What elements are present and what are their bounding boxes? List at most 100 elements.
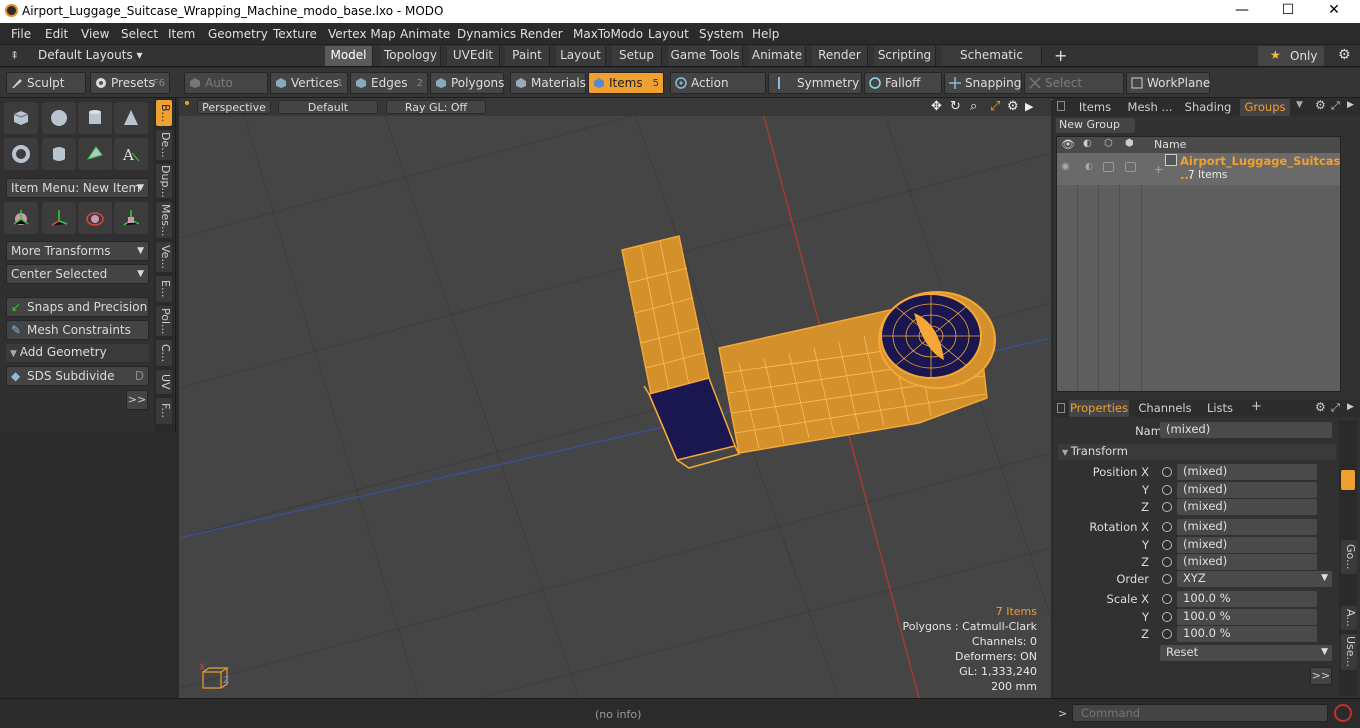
auto-select-button[interactable]: Auto Select (184, 72, 268, 111)
rotation-z-keyframe[interactable] (1162, 557, 1172, 567)
cube-tool[interactable] (4, 102, 38, 134)
rotation-x-field[interactable]: (mixed) (1177, 519, 1317, 535)
item-menu-dropdown[interactable]: Item Menu: New Item ▼ (6, 178, 149, 198)
tab-model[interactable]: Model (325, 46, 373, 66)
vtab-deform[interactable]: De... (156, 130, 172, 160)
scale-x-keyframe[interactable] (1162, 594, 1172, 604)
select-toggle[interactable] (1125, 162, 1136, 172)
minimize-button[interactable]: — (1222, 2, 1262, 20)
move-tool[interactable] (42, 202, 76, 234)
command-input[interactable] (1072, 704, 1328, 722)
machine-model[interactable] (621, 235, 996, 469)
vtab-curve[interactable]: C... (156, 340, 172, 366)
position-z-field[interactable]: (mixed) (1177, 499, 1317, 515)
rotation-y-keyframe[interactable] (1162, 540, 1172, 550)
zoom-icon[interactable]: ⌕ (970, 99, 977, 114)
menu-item[interactable]: Item (168, 27, 195, 41)
tab-animate[interactable]: Animate (749, 46, 806, 66)
rotation-x-keyframe[interactable] (1162, 522, 1172, 532)
reset-dropdown[interactable]: Reset ▼ (1160, 645, 1332, 661)
vtab-mesh[interactable]: Mes... (156, 202, 172, 238)
name-field[interactable]: (mixed) (1160, 422, 1332, 438)
rotation-z-field[interactable]: (mixed) (1177, 554, 1317, 570)
only-toggle[interactable]: ★ Only (1258, 46, 1324, 66)
torus-tool[interactable] (4, 138, 38, 170)
presets-button[interactable]: Presets F6 (90, 72, 170, 94)
new-group-button[interactable]: New Group (1056, 118, 1135, 133)
select-through-button[interactable]: Select Through (1024, 72, 1124, 111)
panel-toggle-icon[interactable] (1057, 403, 1065, 413)
edges-button[interactable]: Edges 2 (350, 72, 428, 94)
raygl-toggle[interactable]: Ray GL: Off (386, 100, 486, 114)
side-tab-active[interactable] (1341, 470, 1355, 490)
vtab-vertex[interactable]: Ve... (156, 242, 172, 272)
tab-scripting[interactable]: Scripting (874, 46, 936, 66)
side-tab-assembly[interactable]: A... (1341, 606, 1357, 630)
scale-z-keyframe[interactable] (1162, 629, 1172, 639)
visibility-icon[interactable]: ◉ (1061, 161, 1070, 172)
menu-vertex-map[interactable]: Vertex Map (328, 27, 396, 41)
menu-geometry[interactable]: Geometry (208, 27, 268, 41)
3d-viewport[interactable]: X Z Perspective Default Ray GL: Off ✥ ↻ … (179, 98, 1051, 698)
vtab-uv[interactable]: UV (156, 370, 172, 394)
menu-render[interactable]: Render (520, 27, 563, 41)
tab-uvedit[interactable]: UVEdit (447, 46, 500, 66)
menu-file[interactable]: File (11, 27, 31, 41)
sculpt-button[interactable]: Sculpt (6, 72, 86, 94)
tab-paint[interactable]: Paint (505, 46, 550, 66)
position-y-field[interactable]: (mixed) (1177, 482, 1317, 498)
eye-icon[interactable]: 👁 (1061, 138, 1075, 151)
layout-expand-icon[interactable]: ⇞ (10, 49, 19, 62)
center-selected-dropdown[interactable]: Center Selected ▼ (6, 264, 149, 284)
maximize-panel-icon[interactable]: ⤢ (1331, 99, 1340, 113)
panel-arrow-icon[interactable]: ▶ (1347, 402, 1354, 412)
order-keyframe[interactable] (1162, 574, 1172, 584)
scale-tool[interactable] (114, 202, 148, 234)
maximize-panel-icon[interactable]: ⤢ (1331, 401, 1340, 415)
add-geometry-header[interactable]: ▼ Add Geometry (6, 344, 149, 362)
fit-icon[interactable]: ⤢ (990, 99, 1000, 114)
pan-icon[interactable]: ✥ (931, 99, 942, 114)
cone-tool[interactable] (114, 102, 148, 134)
menu-texture[interactable]: Texture (273, 27, 317, 41)
scale-x-field[interactable]: 100.0 % (1177, 591, 1317, 607)
position-z-keyframe[interactable] (1162, 502, 1172, 512)
vertices-button[interactable]: Vertices 1 (270, 72, 348, 94)
tab-menu-icon[interactable]: ▼ (1296, 100, 1303, 110)
menu-view[interactable]: View (81, 27, 109, 41)
menu-dynamics[interactable]: Dynamics (457, 27, 516, 41)
snaps-precision-button[interactable]: ↙ Snaps and Precision (6, 297, 149, 317)
properties-more-button[interactable]: >> (1310, 667, 1332, 685)
pen-tool[interactable] (78, 138, 112, 170)
scale-z-field[interactable]: 100.0 % (1177, 626, 1317, 642)
close-button[interactable]: ✕ (1314, 2, 1354, 20)
tab-game-tools[interactable]: Game Tools (668, 46, 743, 66)
position-y-keyframe[interactable] (1162, 485, 1172, 495)
vtab-duplicate[interactable]: Dup... (156, 164, 172, 198)
shading-dropdown[interactable]: Default (278, 100, 378, 114)
more-transforms-dropdown[interactable]: More Transforms ▼ (6, 241, 149, 261)
vtab-fusion[interactable]: F... (156, 398, 172, 424)
gear-icon[interactable]: ⚙ (1338, 47, 1351, 63)
tab-layout[interactable]: Layout (556, 46, 606, 66)
vtab-polygon[interactable]: Pol... (156, 306, 172, 336)
tab-shading[interactable]: Shading (1181, 99, 1235, 116)
position-x-field[interactable]: (mixed) (1177, 464, 1317, 480)
symmetry-button[interactable]: Symmetry (768, 72, 862, 94)
gear-icon[interactable]: ⚙ (1315, 98, 1326, 112)
side-tab-groups[interactable]: Go... (1341, 540, 1357, 574)
perspective-dropdown[interactable]: Perspective (197, 100, 271, 114)
tab-groups[interactable]: Groups (1240, 99, 1290, 116)
capsule-tool[interactable] (42, 138, 76, 170)
tab-items[interactable]: Items (1071, 99, 1119, 116)
menu-select[interactable]: Select (121, 27, 158, 41)
gear-icon[interactable]: ⚙ (1315, 400, 1326, 414)
workplane-button[interactable]: WorkPlane (1126, 72, 1210, 94)
cylinder-tool[interactable] (78, 102, 112, 134)
sphere-tool[interactable] (42, 102, 76, 134)
scale-y-keyframe[interactable] (1162, 612, 1172, 622)
viewport-settings-icon[interactable]: ⚙ (1007, 99, 1019, 114)
tab-properties[interactable]: Properties (1069, 400, 1129, 417)
polygons-button[interactable]: Polygons (430, 72, 504, 94)
expand-more-button[interactable]: >> (126, 390, 148, 410)
